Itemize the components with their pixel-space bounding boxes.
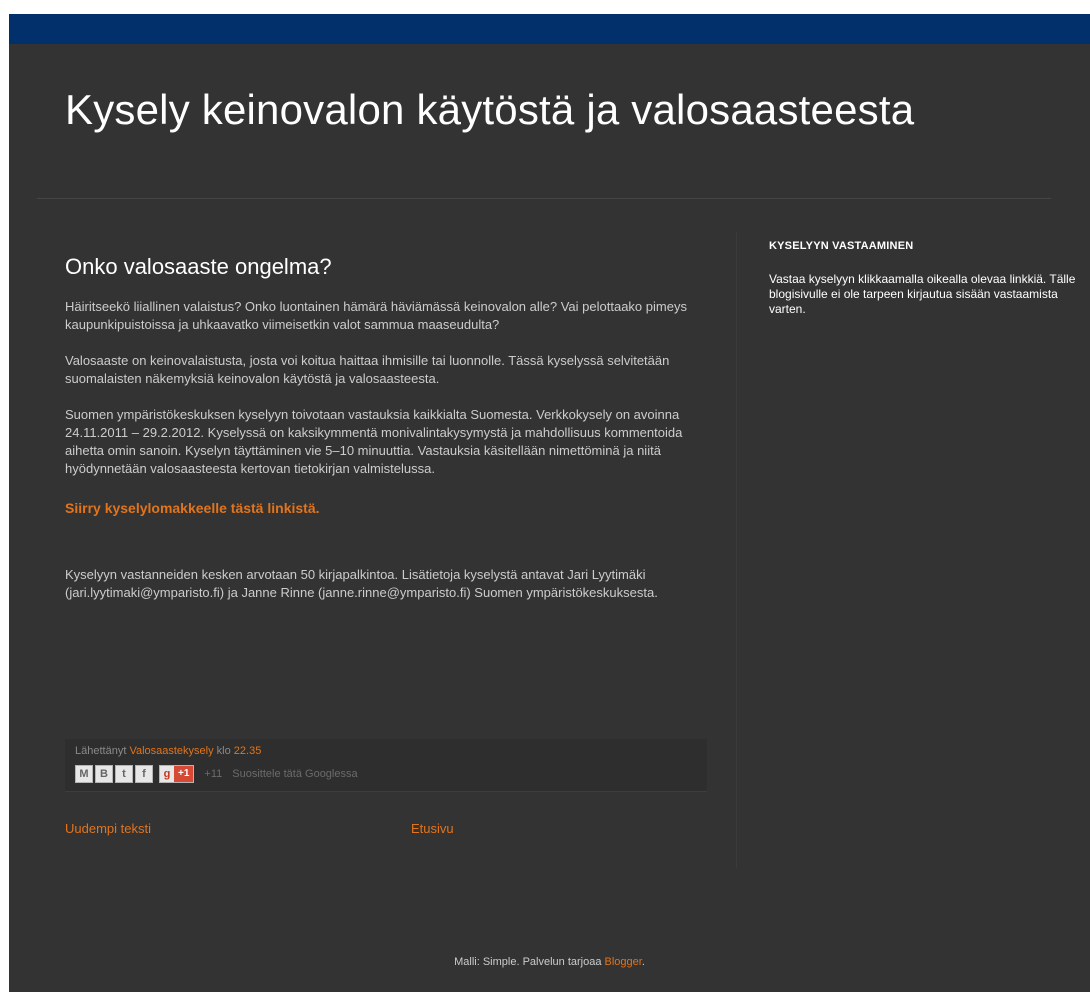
share-buttons: M B t f g +1 +11 Suosittele tätä Googles… <box>75 765 358 783</box>
post-title: Onko valosaaste ongelma? <box>65 254 332 279</box>
newer-post-link[interactable]: Uudempi teksti <box>65 821 151 836</box>
page: Kysely keinovalon käytöstä ja valosaaste… <box>9 14 1090 992</box>
sidebar-widget: KYSELYYN VASTAAMINEN Vastaa kyselyyn kli… <box>769 240 1079 317</box>
google-plus-icon: g <box>163 768 171 780</box>
post-paragraph: Suomen ympäristökeskuksen kyselyyn toivo… <box>65 407 683 476</box>
post-paragraph: Valosaaste on keinovalaistusta, josta vo… <box>65 353 670 386</box>
plus-one-count: +11 <box>204 768 223 780</box>
post-paragraph: Häiritseekö liiallinen valaistus? Onko l… <box>65 299 687 332</box>
author-link[interactable]: Valosaastekysely <box>129 745 213 757</box>
twitter-icon[interactable]: t <box>115 765 133 783</box>
post-body: Häiritseekö liiallinen valaistus? Onko l… <box>65 298 705 602</box>
blogthis-icon[interactable]: B <box>95 765 113 783</box>
sidebar-divider <box>736 232 737 868</box>
home-link[interactable]: Etusivu <box>411 821 454 836</box>
time-label: klo <box>213 745 234 757</box>
post: Onko valosaaste ongelma? Häiritseekö lii… <box>65 254 705 620</box>
header-divider <box>37 198 1051 199</box>
posted-by-label: Lähettänyt <box>75 745 130 757</box>
google-plus-one-button[interactable]: g +1 <box>159 765 195 783</box>
plus-one-label: +1 <box>174 766 194 782</box>
post-footer: Lähettänyt Valosaastekysely klo 22.35 M … <box>65 739 707 792</box>
post-byline: Lähettänyt Valosaastekysely klo 22.35 <box>75 745 261 757</box>
email-icon[interactable]: M <box>75 765 93 783</box>
sidebar-text: Vastaa kyselyyn klikkaamalla oikealla ol… <box>769 272 1076 316</box>
blog-title[interactable]: Kysely keinovalon käytöstä ja valosaaste… <box>65 86 914 134</box>
post-time-link[interactable]: 22.35 <box>234 745 262 757</box>
attribution: Malli: Simple. Palvelun tarjoaa Blogger. <box>9 956 1090 968</box>
top-bar <box>9 14 1090 44</box>
attribution-suffix: . <box>641 956 645 968</box>
sidebar-heading: KYSELYYN VASTAAMINEN <box>769 240 914 252</box>
survey-link[interactable]: Siirry kyselylomakkeelle tästä linkistä. <box>65 500 320 516</box>
blogger-link[interactable]: Blogger <box>605 956 642 968</box>
recommend-text: Suosittele tätä Googlessa <box>232 768 358 780</box>
facebook-icon[interactable]: f <box>135 765 153 783</box>
attribution-text: Malli: Simple. Palvelun tarjoaa <box>454 956 605 968</box>
post-paragraph: Kyselyyn vastanneiden kesken arvotaan 50… <box>65 567 658 600</box>
